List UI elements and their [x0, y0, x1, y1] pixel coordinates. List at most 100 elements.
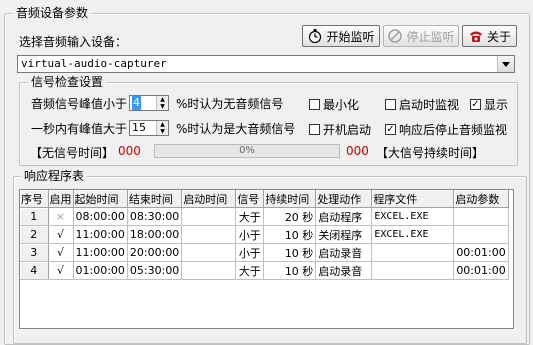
column-header[interactable]: 启用: [48, 190, 74, 208]
response-table-group-title: 响应程序表: [21, 169, 88, 183]
no-signal-time-label: 【无信号时间】: [30, 146, 115, 160]
second-peak-suffix: %时认为是大音频信号: [176, 122, 296, 136]
checkmark-icon[interactable]: ✓: [470, 99, 481, 110]
table-cell-start[interactable]: 11:00:00: [73, 225, 128, 244]
table-cell-duration[interactable]: 10 秒: [263, 261, 317, 280]
column-header[interactable]: 持续时间: [263, 190, 317, 208]
table-cell-no[interactable]: 4: [20, 261, 49, 280]
column-header[interactable]: 程序文件: [371, 190, 455, 208]
table-cell-end[interactable]: 18:00:00: [127, 225, 183, 244]
prohibited-icon: [387, 28, 403, 44]
table-cell-start[interactable]: 08:00:00: [73, 207, 128, 226]
table-cell-launch[interactable]: [181, 207, 237, 226]
column-header[interactable]: 序号: [20, 190, 49, 208]
response-table: 序号 启用 起始时间 结束时间 启动时间 信号 持续时间 处理动作 程序文件 启动参数 1 × 08:…: [20, 190, 509, 280]
checkbox-box[interactable]: [309, 124, 320, 135]
table-cell-end[interactable]: 08:30:00: [127, 207, 183, 226]
about-button[interactable]: 关于: [462, 25, 517, 47]
spinner-arrows-icon[interactable]: ▲ ▼: [156, 96, 168, 110]
table-cell-no[interactable]: 3: [20, 243, 49, 262]
no-signal-time-value: 000: [118, 144, 141, 158]
table-cell-launch[interactable]: [181, 243, 237, 262]
checkbox-box[interactable]: [385, 99, 396, 110]
stopwatch-icon: [307, 28, 323, 44]
column-header[interactable]: 信号: [235, 190, 265, 208]
peak-threshold-suffix: %时认为无音频信号: [176, 97, 284, 111]
column-header[interactable]: 处理动作: [315, 190, 373, 208]
checkbox-label: 响应后停止音频监视: [399, 123, 508, 137]
signal-progress-bar: 0%: [154, 144, 340, 158]
table-cell-enabled[interactable]: ×: [48, 207, 74, 226]
second-peak-value: 15: [132, 121, 146, 134]
table-cell-signal[interactable]: 小于: [235, 243, 265, 262]
table-cell-enabled[interactable]: √: [48, 261, 74, 280]
table-cell-action[interactable]: 关闭程序: [315, 225, 373, 244]
big-signal-time-label: 【大信号持续时间】: [376, 146, 485, 160]
table-header-row: 序号 启用 起始时间 结束时间 启动时间 信号 持续时间 处理动作 程序文件 启动参数: [20, 190, 509, 208]
peak-threshold-label: 音频信号峰值小于: [31, 97, 128, 111]
table-cell-duration[interactable]: 10 秒: [263, 225, 317, 244]
table-cell-file[interactable]: EXCEL.EXE: [371, 207, 455, 226]
stop-after-response-checkbox[interactable]: ✓ 响应后停止音频监视: [385, 121, 507, 138]
second-peak-spinner[interactable]: 15 ▲ ▼: [129, 120, 169, 136]
table-cell-params[interactable]: 00:01:00: [453, 243, 509, 262]
table-cell-start[interactable]: 11:00:00: [73, 243, 128, 262]
stop-monitor-label: 停止监听: [406, 29, 455, 44]
table-cell-file[interactable]: EXCEL.EXE: [371, 225, 455, 244]
column-header[interactable]: 启动参数: [453, 190, 509, 208]
big-signal-time-value: 000: [346, 144, 369, 158]
table-row[interactable]: 4 √ 01:00:00 05:30:00 大于 10 秒启动录音 00:01:00: [20, 261, 509, 280]
column-header[interactable]: 结束时间: [127, 190, 183, 208]
stop-monitor-button[interactable]: 停止监听: [383, 25, 459, 47]
checkmark-icon[interactable]: ✓: [385, 124, 396, 135]
table-cell-enabled[interactable]: √: [48, 225, 74, 244]
checkbox-label: 显示: [484, 98, 509, 112]
spinner-arrows-icon[interactable]: ▲ ▼: [156, 121, 168, 135]
table-cell-no[interactable]: 2: [20, 225, 49, 244]
table-cell-duration[interactable]: 10 秒: [263, 243, 317, 262]
checkbox-box[interactable]: [309, 99, 320, 110]
table-cell-duration[interactable]: 20 秒: [263, 207, 317, 226]
table-cell-launch[interactable]: [181, 225, 237, 244]
column-header[interactable]: 起始时间: [73, 190, 128, 208]
table-row[interactable]: 1 × 08:00:00 08:30:00 大于 20 秒启动程序 EXCEL.EXE: [20, 207, 509, 226]
audio-device-value: virtual-audio-capturer: [21, 57, 167, 70]
table-cell-end[interactable]: 05:30:00: [127, 261, 183, 280]
peak-threshold-value: 4: [132, 96, 141, 110]
table-cell-no[interactable]: 1: [20, 207, 49, 226]
table-cell-file[interactable]: [371, 261, 455, 280]
table-cell-action[interactable]: 启动录音: [315, 243, 373, 262]
peak-threshold-spinner[interactable]: 4 ▲ ▼: [129, 95, 169, 111]
checkbox-label: 最小化: [323, 98, 360, 112]
table-cell-signal[interactable]: 大于: [235, 207, 265, 226]
minimize-checkbox[interactable]: 最小化: [309, 96, 359, 113]
table-cell-signal[interactable]: 小于: [235, 225, 265, 244]
checkbox-label: 启动时监视: [399, 98, 460, 112]
table-cell-params[interactable]: [453, 225, 509, 244]
audio-device-select[interactable]: virtual-audio-capturer: [17, 55, 515, 73]
table-cell-enabled[interactable]: √: [48, 243, 74, 262]
show-checkbox[interactable]: ✓ 显示: [470, 96, 508, 113]
table-cell-file[interactable]: [371, 243, 455, 262]
table-cell-action[interactable]: 启动程序: [315, 207, 373, 226]
monitor-on-start-checkbox[interactable]: 启动时监视: [385, 96, 459, 113]
table-row[interactable]: 3 √ 11:00:00 20:00:00 小于 10 秒启动录音 00:01:00: [20, 243, 509, 262]
chevron-down-icon[interactable]: [497, 56, 514, 72]
table-row[interactable]: 2 √ 11:00:00 18:00:00 小于 10 秒关闭程序 EXCEL.EXE: [20, 225, 509, 244]
table-cell-action[interactable]: 启动录音: [315, 261, 373, 280]
table-cell-params[interactable]: [453, 207, 509, 226]
table-cell-signal[interactable]: 大于: [235, 261, 265, 280]
table-cell-start[interactable]: 01:00:00: [73, 261, 128, 280]
start-monitor-button[interactable]: 开始监听: [302, 25, 380, 47]
table-cell-launch[interactable]: [181, 261, 237, 280]
response-grid[interactable]: 序号 启用 起始时间 结束时间 启动时间 信号 持续时间 处理动作 程序文件 启动参数 1 × 08:…: [19, 189, 514, 329]
table-cell-end[interactable]: 20:00:00: [127, 243, 183, 262]
signal-progress-text: 0%: [239, 145, 255, 156]
autostart-checkbox[interactable]: 开机启动: [309, 121, 371, 138]
about-label: 关于: [486, 29, 511, 44]
device-label: 选择音频输入设备：: [19, 35, 128, 49]
column-header[interactable]: 启动时间: [181, 190, 237, 208]
audio-device-group-title: 音频设备参数: [13, 6, 92, 20]
table-cell-params[interactable]: 00:01:00: [453, 261, 509, 280]
second-peak-label: 一秒内有峰值大于: [31, 122, 128, 136]
